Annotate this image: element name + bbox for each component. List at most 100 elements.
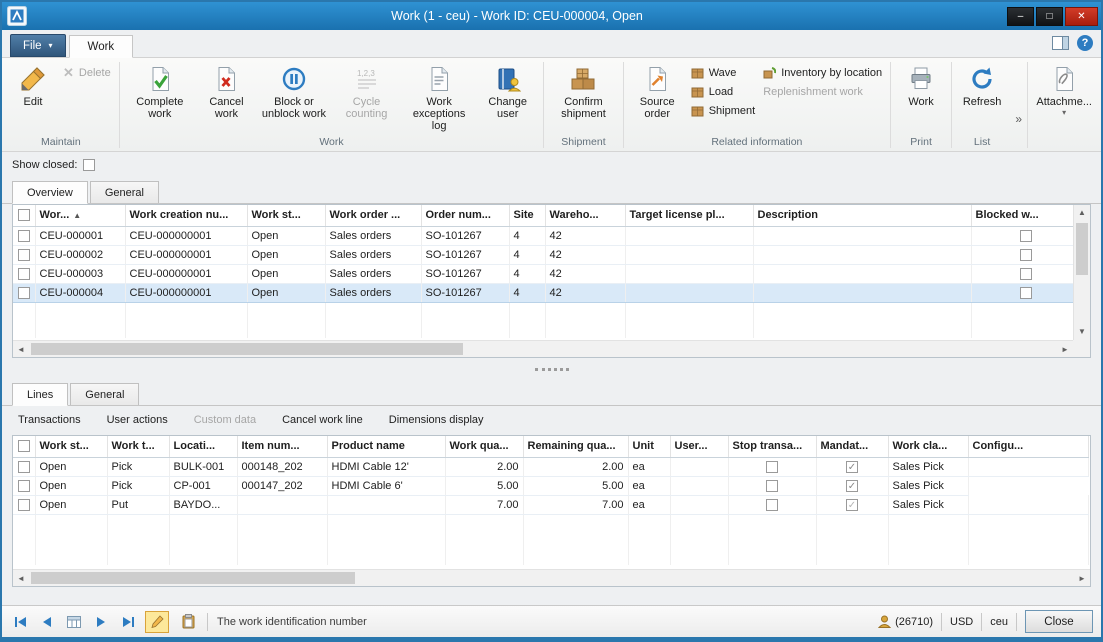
blocked-checkbox[interactable] [1020, 268, 1032, 280]
confirm-shipment-button[interactable]: Confirm shipment [548, 61, 618, 120]
col-header-location[interactable]: Locati... [169, 436, 237, 457]
col-header-user[interactable]: User... [670, 436, 728, 457]
col-header-target-license-plate[interactable]: Target license pl... [625, 205, 753, 226]
next-record-button[interactable] [91, 612, 111, 632]
col-header-description[interactable]: Description [753, 205, 971, 226]
stop-transaction-checkbox[interactable] [766, 480, 778, 492]
cancel-work-line-button[interactable]: Cancel work line [282, 414, 363, 426]
help-icon[interactable]: ? [1077, 35, 1093, 51]
change-user-button[interactable]: Change user [476, 61, 539, 120]
user-actions-button[interactable]: User actions [107, 414, 168, 426]
dimensions-display-button[interactable]: Dimensions display [389, 414, 484, 426]
source-order-button[interactable]: Source order [628, 61, 687, 120]
col-header-blocked[interactable]: Blocked w... [971, 205, 1081, 226]
line-row-2[interactable]: OpenPick CP-001000147_202 HDMI Cable 6' … [13, 476, 1088, 495]
work-row-1[interactable]: CEU-000001CEU-000000001 OpenSales orders… [13, 226, 1081, 245]
refresh-button[interactable]: Refresh [956, 61, 1008, 108]
select-all-checkbox[interactable] [18, 209, 30, 221]
close-form-button[interactable]: Close [1025, 610, 1093, 633]
inventory-by-location-button[interactable]: Inventory by location [759, 63, 886, 82]
col-header-work-class[interactable]: Work cla... [888, 436, 968, 457]
complete-work-button[interactable]: Complete work [124, 61, 196, 120]
company-indicator[interactable]: ceu [990, 616, 1008, 628]
custom-data-button[interactable]: Custom data [194, 414, 256, 426]
col-header-product-name[interactable]: Product name [327, 436, 445, 457]
work-row-2[interactable]: CEU-000002CEU-000000001 OpenSales orders… [13, 245, 1081, 264]
row-checkbox[interactable] [18, 499, 30, 511]
load-button[interactable]: Load [687, 82, 759, 101]
row-checkbox[interactable] [18, 287, 30, 299]
row-checkbox[interactable] [18, 249, 30, 261]
col-header-site[interactable]: Site [509, 205, 545, 226]
col-header-work-order-type[interactable]: Work order ... [325, 205, 421, 226]
tab-lines[interactable]: Lines [12, 383, 68, 406]
col-header-mandatory[interactable]: Mandat... [816, 436, 888, 457]
shipment-button[interactable]: Shipment [687, 101, 759, 120]
scroll-up-icon[interactable]: ▲ [1074, 205, 1090, 221]
grid-view-button[interactable] [64, 612, 84, 632]
scroll-right-icon[interactable]: ► [1074, 574, 1090, 583]
vscroll-thumb[interactable] [1076, 223, 1088, 275]
minimize-button[interactable]: – [1007, 7, 1034, 26]
currency-indicator[interactable]: USD [950, 616, 973, 628]
scroll-left-icon[interactable]: ◄ [13, 574, 29, 583]
tab-work-ribbon[interactable]: Work [69, 35, 134, 58]
blocked-checkbox[interactable] [1020, 249, 1032, 261]
scroll-down-icon[interactable]: ▼ [1074, 324, 1090, 340]
stop-transaction-checkbox[interactable] [766, 499, 778, 511]
scroll-right-icon[interactable]: ► [1057, 345, 1073, 354]
cycle-counting-button[interactable]: 1,2,3 Cycle counting [331, 61, 402, 120]
row-checkbox[interactable] [18, 268, 30, 280]
col-header-configuration[interactable]: Configu... [968, 436, 1088, 457]
row-checkbox[interactable] [18, 480, 30, 492]
select-all-header[interactable] [13, 205, 35, 226]
edit-button[interactable]: Edit [7, 61, 59, 108]
work-print-button[interactable]: Work [895, 61, 947, 108]
tab-general-upper[interactable]: General [90, 181, 159, 203]
first-record-button[interactable] [10, 612, 30, 632]
maximize-button[interactable]: □ [1036, 7, 1063, 26]
replenishment-work-button[interactable]: Replenishment work [759, 82, 886, 101]
vertical-scrollbar[interactable]: ▲ ▼ [1073, 205, 1090, 340]
ribbon-overflow-button[interactable]: » [1011, 59, 1026, 151]
transactions-button[interactable]: Transactions [18, 414, 81, 426]
cancel-work-button[interactable]: Cancel work [196, 61, 257, 120]
lines-select-all-checkbox[interactable] [18, 440, 30, 452]
lines-hscroll-thumb[interactable] [31, 572, 355, 584]
wave-button[interactable]: Wave [687, 63, 759, 82]
col-header-work-status[interactable]: Work st... [247, 205, 325, 226]
session-indicator[interactable]: (26710) [878, 615, 933, 628]
lines-select-all-header[interactable] [13, 436, 35, 457]
previous-record-button[interactable] [37, 612, 57, 632]
col-header-warehouse[interactable]: Wareho... [545, 205, 625, 226]
block-unblock-work-button[interactable]: Block or unblock work [257, 61, 331, 120]
delete-button[interactable]: ✕ Delete [59, 63, 115, 82]
col-header-work-type[interactable]: Work t... [107, 436, 169, 457]
edit-mode-toggle-button[interactable] [145, 611, 169, 633]
mandatory-checkbox[interactable]: ✓ [846, 480, 858, 492]
horizontal-scrollbar[interactable]: ◄ ► [13, 340, 1073, 357]
col-header-work-creation[interactable]: Work creation nu... [125, 205, 247, 226]
line-row-3[interactable]: OpenPut BAYDO... 7.00 7.00 ea ✓ Sales Pi… [13, 495, 1088, 514]
file-menu-button[interactable]: File ▾ [10, 34, 66, 57]
scroll-left-icon[interactable]: ◄ [13, 345, 29, 354]
row-checkbox[interactable] [18, 461, 30, 473]
line-row-1[interactable]: OpenPick BULK-001000148_202 HDMI Cable 1… [13, 457, 1088, 476]
col-header-line-work-status[interactable]: Work st... [35, 436, 107, 457]
attachments-button[interactable]: Attachme... ▾ [1032, 61, 1096, 117]
mandatory-checkbox[interactable]: ✓ [846, 461, 858, 473]
lines-horizontal-scrollbar[interactable]: ◄ ► [13, 569, 1090, 586]
col-header-unit[interactable]: Unit [628, 436, 670, 457]
layout-icon[interactable] [1052, 36, 1069, 50]
blocked-checkbox[interactable] [1020, 230, 1032, 242]
pane-splitter[interactable] [2, 358, 1101, 380]
col-header-item-number[interactable]: Item num... [237, 436, 327, 457]
row-checkbox[interactable] [18, 230, 30, 242]
stop-transaction-checkbox[interactable] [766, 461, 778, 473]
col-header-work-id[interactable]: Wor...▲ [35, 205, 125, 226]
close-window-button[interactable]: ✕ [1065, 7, 1098, 26]
col-header-work-quantity[interactable]: Work qua... [445, 436, 523, 457]
col-header-order-number[interactable]: Order num... [421, 205, 509, 226]
tab-general-lower[interactable]: General [70, 383, 139, 405]
col-header-remaining-quantity[interactable]: Remaining qua... [523, 436, 628, 457]
